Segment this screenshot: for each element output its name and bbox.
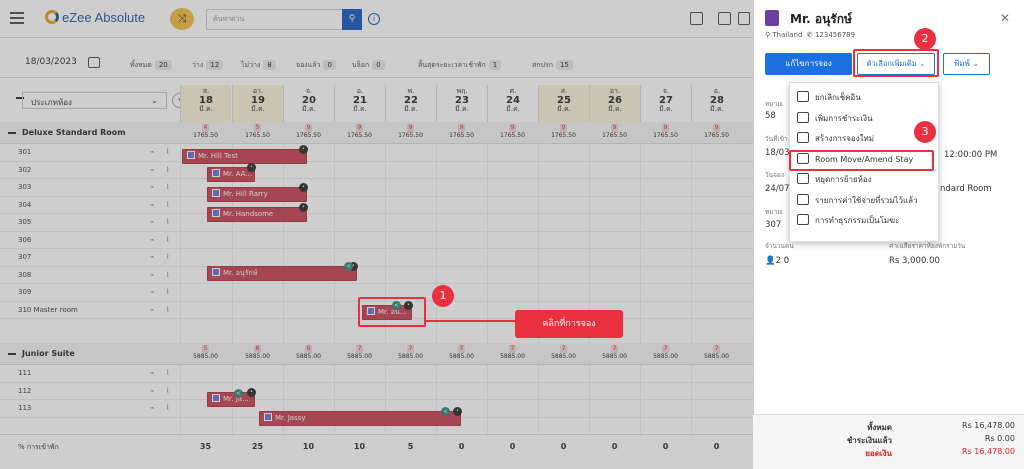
field-value: 12:00:00 PM: [944, 150, 998, 160]
building-icon: [765, 10, 779, 26]
inclusion-list-icon: [797, 193, 809, 205]
menu-highlight: [789, 150, 934, 171]
payment-icon: [797, 111, 809, 123]
total-value: Rs 16,478.00: [962, 447, 1015, 456]
field-value: ndard Room: [940, 184, 992, 194]
menu-item-label: สร้างการจองใหม่: [815, 134, 875, 143]
total-value: Rs 16,478.00: [962, 421, 1015, 430]
guest-meta: ⚲ Thailand ✆ 123456789: [765, 31, 856, 39]
rate-value: Rs 3,000.00: [889, 256, 940, 266]
field-label: หมายเ: [765, 100, 784, 108]
void-icon: [797, 214, 809, 225]
field-label: หมายเ: [765, 208, 784, 216]
callout-badge-1: 1: [432, 285, 454, 307]
more-options-highlight: [853, 49, 939, 77]
total-label: ทั้งหมด: [867, 423, 892, 432]
field-value: 24/07: [765, 184, 790, 194]
print-button[interactable]: พิมพ์ ⌄: [943, 53, 990, 75]
field-value: 307: [765, 220, 782, 230]
field-value: 58: [765, 111, 776, 121]
callout-badge-2: 2: [914, 28, 936, 50]
field-label: วันที่เข้า: [765, 135, 788, 143]
total-label: ยอดเงิน: [865, 449, 892, 458]
guest-name: Mr. อนุรักษ์: [790, 12, 852, 26]
dim-overlay: [0, 0, 753, 469]
total-value: Rs 0.00: [984, 434, 1015, 443]
booking-highlight: [358, 297, 426, 327]
menu-item-label: เพิ่มการชำระเงิน: [815, 113, 873, 123]
new-booking-icon: [797, 132, 809, 143]
callout-label: คลิกที่การจอง: [515, 310, 623, 338]
guests-count: 👤2 0: [765, 256, 790, 266]
callout-badge-3: 3: [914, 121, 936, 143]
field-label: วันจอง: [765, 171, 784, 179]
menu-item[interactable]: รายการค่าใช้จ่ายที่รวมไว้แล้ว: [797, 193, 937, 212]
menu-item-label: การทำธุรกรรมเป็นโมฆะ: [815, 216, 900, 225]
menu-item[interactable]: การทำธุรกรรมเป็นโมฆะ: [797, 214, 937, 232]
menu-item-label: รายการค่าใช้จ่ายที่รวมไว้แล้ว: [815, 195, 918, 205]
menu-item-label: ยกเลิกเช็คอิน: [815, 93, 861, 102]
callout-line: [426, 320, 520, 322]
guests-label: จำนวนคน: [765, 242, 794, 250]
menu-item-label: หยุดการย้ายห้อง: [815, 175, 872, 184]
rate-label: ค่าเฉลี่ยราคาห้องพักรายวัน: [889, 242, 966, 250]
menu-item[interactable]: ยกเลิกเช็คอิน: [797, 91, 937, 109]
cancel-checkin-icon: [797, 91, 809, 102]
edit-booking-button[interactable]: แก้ไขการจอง: [765, 53, 852, 75]
menu-item[interactable]: หยุดการย้ายห้อง: [797, 173, 937, 191]
total-label: ชำระเงินแล้ว: [846, 436, 892, 445]
field-value: 18/03: [765, 148, 790, 158]
close-icon[interactable]: ✕: [1000, 11, 1010, 25]
stop-move-icon: [797, 173, 809, 184]
